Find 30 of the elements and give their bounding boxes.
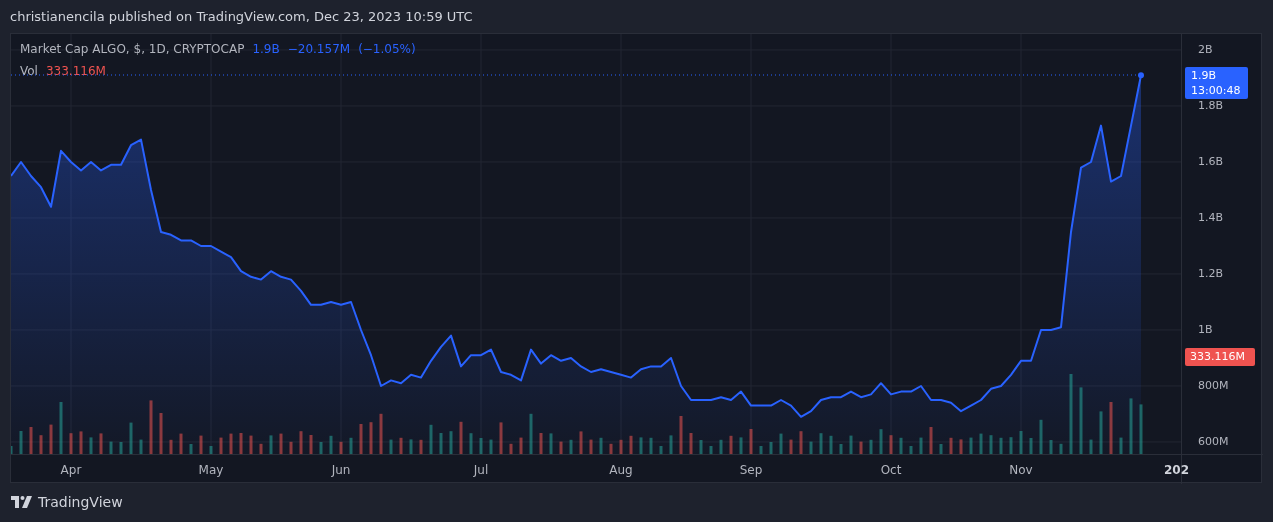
price-tag-value: 1.9B bbox=[1191, 68, 1218, 84]
price-axis-label: 2B bbox=[1198, 42, 1213, 57]
price-axis-label: 800M bbox=[1198, 378, 1229, 393]
time-axis-label: May bbox=[198, 462, 224, 479]
market-cap-value: 1.9B bbox=[252, 41, 280, 58]
time-axis-label: Aug bbox=[609, 462, 633, 479]
price-axis-label: 1B bbox=[1198, 322, 1213, 337]
price-axis-label: 1.4B bbox=[1198, 210, 1224, 225]
countdown-timer: 13:00:48 bbox=[1191, 83, 1242, 99]
volume-value: 333.116M bbox=[45, 63, 106, 80]
time-axis-label: Jul bbox=[473, 462, 489, 479]
price-axis-label: 600M bbox=[1198, 434, 1229, 449]
price-axis-label: 1.2B bbox=[1198, 266, 1224, 281]
brand-logo-icon bbox=[11, 496, 33, 509]
symbol-title: Market Cap ALGO, $, 1D, CRYPTOCAP bbox=[20, 41, 245, 58]
time-axis-label: Oct bbox=[880, 462, 902, 479]
time-axis-year-label: 202 bbox=[1163, 462, 1189, 479]
volume-tag: 333.116M bbox=[1185, 348, 1255, 366]
time-axis-label: Apr bbox=[60, 462, 82, 479]
price-axis-label: 1.6B bbox=[1198, 154, 1224, 169]
volume-label: Vol bbox=[20, 63, 38, 80]
publish-info: christianencila published on TradingView.com, Dec 23, 2023 10:59 UTC bbox=[10, 7, 473, 26]
brand-name: TradingView bbox=[38, 493, 123, 512]
time-axis-label: Sep bbox=[739, 462, 763, 479]
market-cap-change-percent: (−1.05%) bbox=[358, 41, 416, 58]
time-axis-label: Jun bbox=[331, 462, 351, 479]
market-cap-change: −20.157M bbox=[287, 41, 351, 58]
last-point-marker bbox=[1138, 72, 1144, 79]
price-axis-label: 1.8B bbox=[1198, 98, 1224, 113]
time-axis-label: Nov bbox=[1009, 462, 1033, 479]
